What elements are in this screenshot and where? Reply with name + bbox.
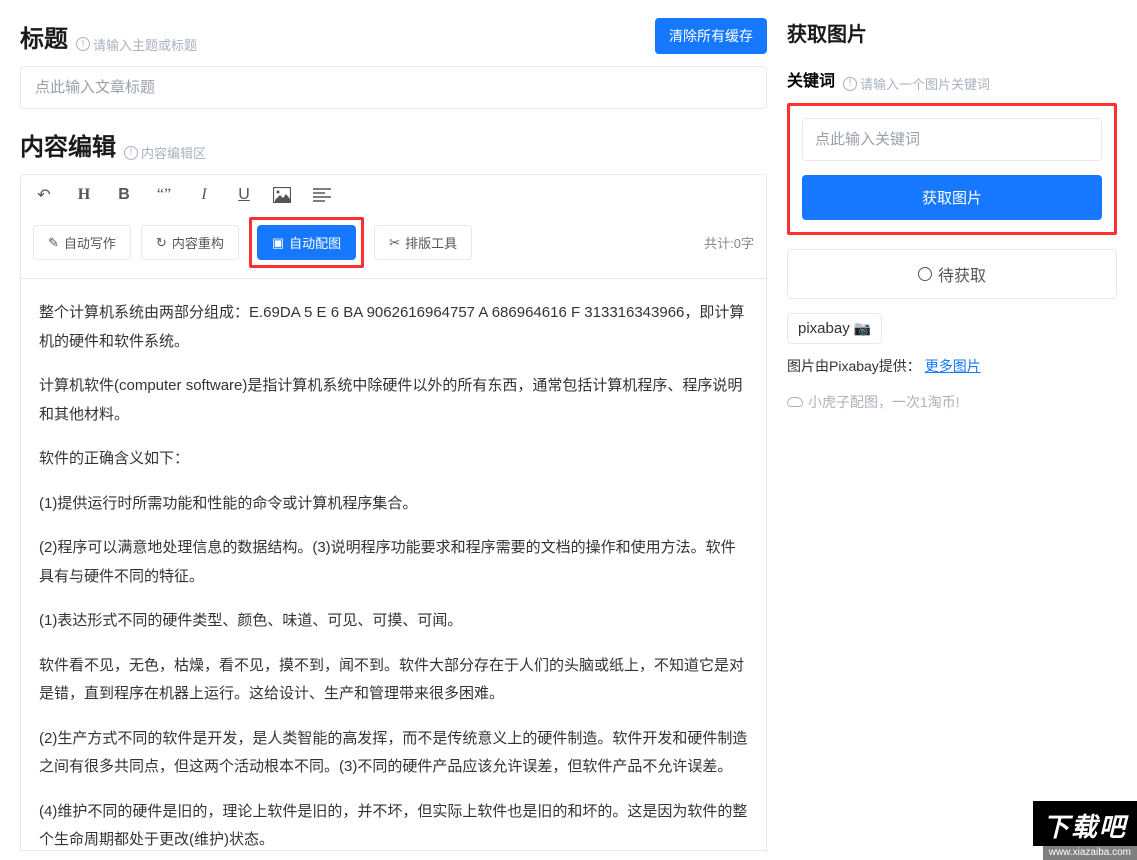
restructure-button[interactable]: ↻ 内容重构 bbox=[141, 225, 239, 260]
italic-icon[interactable]: I bbox=[193, 186, 215, 204]
heading-icon[interactable]: H bbox=[73, 186, 95, 204]
title-section-header: 标题 ! 请输入主题或标题 清除所有缓存 bbox=[20, 18, 767, 54]
image-small-icon: ▣ bbox=[272, 235, 284, 251]
image-source-line: 图片由Pixabay提供： 更多图片 bbox=[787, 356, 1117, 376]
footer-note: 小虎子配图，一次1淘币! bbox=[787, 392, 1117, 412]
layout-tool-button[interactable]: ✂ 排版工具 bbox=[374, 225, 472, 260]
content-hint: ! 内容编辑区 bbox=[124, 143, 206, 162]
word-count: 共计:0字 bbox=[704, 233, 754, 252]
image-icon[interactable] bbox=[273, 187, 295, 203]
auto-image-button[interactable]: ▣ 自动配图 bbox=[257, 225, 356, 260]
paragraph: 计算机软件(computer software)是指计算机系统中除硬件以外的所有… bbox=[39, 372, 748, 429]
tools-icon: ✂ bbox=[389, 235, 400, 251]
image-panel-title: 获取图片 bbox=[787, 24, 867, 46]
clear-cache-button[interactable]: 清除所有缓存 bbox=[655, 18, 767, 54]
content-label: 内容编辑 bbox=[20, 127, 116, 162]
cloud-icon bbox=[787, 397, 803, 407]
highlight-auto-image: ▣ 自动配图 bbox=[249, 217, 364, 268]
paragraph: 软件的正确含义如下： bbox=[39, 445, 748, 474]
fetch-image-button[interactable]: 获取图片 bbox=[802, 175, 1102, 220]
circle-icon bbox=[918, 267, 932, 281]
info-icon: ! bbox=[76, 37, 90, 51]
article-title-input[interactable] bbox=[20, 66, 767, 109]
title-hint: ! 请输入主题或标题 bbox=[76, 35, 197, 54]
editor-toolbar: ↶ H B “” I U ✎ 自动写作 ↻ 内容重构 ▣ bbox=[20, 174, 767, 279]
pixabay-badge: pixabay 📷 bbox=[787, 313, 882, 344]
underline-icon[interactable]: U bbox=[233, 186, 255, 204]
paragraph: (1)提供运行时所需功能和性能的命令或计算机程序集合。 bbox=[39, 490, 748, 519]
align-icon[interactable] bbox=[313, 188, 335, 202]
pending-status: 待获取 bbox=[787, 249, 1117, 299]
keyword-label: 关键词 bbox=[787, 67, 835, 91]
refresh-icon: ↻ bbox=[156, 235, 167, 251]
paragraph: (1)表达形式不同的硬件类型、颜色、味道、可见、可摸、可闻。 bbox=[39, 607, 748, 636]
paragraph: 整个计算机系统由两部分组成：E.69DA 5 E 6 BA 9062616964… bbox=[39, 299, 748, 356]
watermark: 下载吧 bbox=[1033, 801, 1137, 846]
info-icon: ! bbox=[124, 146, 138, 160]
camera-icon: 📷 bbox=[854, 320, 871, 337]
pencil-icon: ✎ bbox=[48, 235, 59, 251]
info-icon: ! bbox=[843, 77, 857, 91]
editor-content[interactable]: 整个计算机系统由两部分组成：E.69DA 5 E 6 BA 9062616964… bbox=[20, 279, 767, 851]
quote-icon[interactable]: “” bbox=[153, 186, 175, 204]
paragraph: (2)生产方式不同的软件是开发，是人类智能的高发挥，而不是传统意义上的硬件制造。… bbox=[39, 725, 748, 782]
keyword-hint: ! 请输入一个图片关键词 bbox=[843, 74, 990, 93]
paragraph: (2)程序可以满意地处理信息的数据结构。(3)说明程序功能要求和程序需要的文档的… bbox=[39, 534, 748, 591]
image-fetch-panel: 获取图片 bbox=[787, 103, 1117, 235]
title-label: 标题 bbox=[20, 19, 68, 54]
keyword-input[interactable] bbox=[802, 118, 1102, 161]
auto-write-button[interactable]: ✎ 自动写作 bbox=[33, 225, 131, 260]
more-images-link[interactable]: 更多图片 bbox=[925, 358, 981, 374]
paragraph: (4)维护不同的硬件是旧的，理论上软件是旧的，并不坏，但实际上软件也是旧的和坏的… bbox=[39, 798, 748, 852]
watermark-url: www.xiazaiba.com bbox=[1043, 845, 1137, 860]
bold-icon[interactable]: B bbox=[113, 186, 135, 204]
undo-icon[interactable]: ↶ bbox=[33, 185, 55, 205]
paragraph: 软件看不见，无色，枯燥，看不见，摸不到，闻不到。软件大部分存在于人们的头脑或纸上… bbox=[39, 652, 748, 709]
